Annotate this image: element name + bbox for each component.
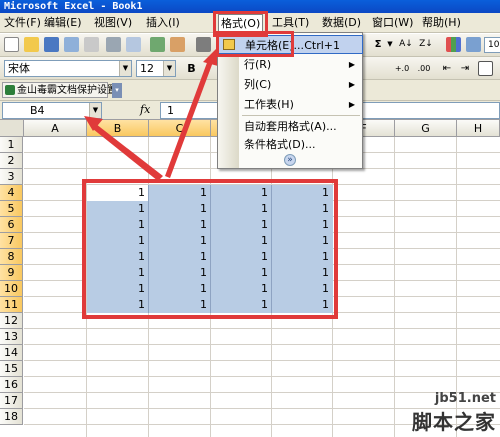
menu-item-sheet[interactable]: 工作表(H) ▶	[218, 95, 363, 114]
increase-decimal-icon[interactable]: +.0	[392, 61, 412, 76]
chevron-right-icon: ▶	[348, 60, 355, 69]
row-header-4[interactable]: 4	[0, 185, 23, 201]
column-header-b[interactable]: B	[87, 120, 149, 137]
shield-icon	[5, 85, 15, 95]
row-header-10[interactable]: 10	[0, 281, 23, 297]
spelling-icon[interactable]	[150, 37, 165, 52]
menu-file[interactable]: 文件(F)	[4, 15, 41, 31]
menu-item-conditional-formatting[interactable]: 条件格式(D)...	[218, 135, 363, 154]
row-header-7[interactable]: 7	[0, 233, 23, 249]
autosum-dropdown-icon[interactable]: ▼	[386, 37, 394, 52]
toolbar-options-icon[interactable]: ▾	[112, 83, 122, 98]
menu-data[interactable]: 数据(D)	[322, 15, 361, 31]
row-header-17[interactable]: 17	[0, 393, 23, 409]
row-header-14[interactable]: 14	[0, 345, 23, 361]
row-header-16[interactable]: 16	[0, 377, 23, 393]
italic-button[interactable]: I	[202, 61, 217, 76]
save-icon[interactable]	[44, 37, 59, 52]
row-header-13[interactable]: 13	[0, 329, 23, 345]
decrease-decimal-icon[interactable]: .00	[414, 61, 434, 76]
menu-item-row[interactable]: 行(R) ▶	[218, 55, 363, 74]
menu-item-sheet-label: 工作表(H)	[244, 98, 294, 111]
new-icon[interactable]	[4, 37, 19, 52]
chevron-down-icon[interactable]: ▼	[89, 103, 101, 118]
menu-view[interactable]: 视图(V)	[94, 15, 132, 31]
cut-icon[interactable]	[196, 37, 211, 52]
row-header-18[interactable]: 18	[0, 409, 23, 425]
name-box[interactable]: B4 ▼	[2, 102, 102, 119]
chevron-down-icon[interactable]: ▼	[119, 61, 131, 76]
highlight-range-box	[82, 179, 338, 319]
print-icon[interactable]	[106, 37, 121, 52]
open-icon[interactable]	[24, 37, 39, 52]
permission-icon[interactable]	[64, 37, 79, 52]
zoom-combo[interactable]: 100	[484, 37, 500, 53]
expand-menu-icon[interactable]: »	[284, 154, 296, 166]
menu-insert[interactable]: 插入(I)	[146, 15, 180, 31]
row-header-2[interactable]: 2	[0, 153, 23, 169]
decrease-indent-icon[interactable]: ⇤	[440, 61, 454, 76]
print-preview-icon[interactable]	[126, 37, 141, 52]
bold-button[interactable]: B	[184, 61, 199, 76]
menu-edit[interactable]: 编辑(E)	[44, 15, 82, 31]
menu-separator	[242, 115, 360, 116]
drawing-icon[interactable]	[466, 37, 481, 52]
select-all-corner[interactable]	[0, 120, 24, 137]
chevron-right-icon: ▶	[348, 100, 355, 109]
row-header-15[interactable]: 15	[0, 361, 23, 377]
font-name-combo[interactable]: 宋体 ▼	[4, 60, 132, 77]
name-box-value: B4	[30, 104, 45, 117]
menu-item-column[interactable]: 列(C) ▶	[218, 75, 363, 94]
row-header-1[interactable]: 1	[0, 137, 23, 153]
font-name-value: 宋体	[8, 62, 30, 75]
sort-descending-icon[interactable]: Z↓	[418, 37, 434, 52]
column-header-h[interactable]: H	[457, 120, 500, 137]
font-size-value: 12	[140, 62, 154, 75]
watermark-brand: 脚本之家	[412, 410, 496, 434]
increase-indent-icon[interactable]: ⇥	[458, 61, 472, 76]
sort-ascending-icon[interactable]: A↓	[398, 37, 414, 52]
row-header-11[interactable]: 11	[0, 297, 23, 313]
menu-tools[interactable]: 工具(T)	[272, 15, 309, 31]
autosum-icon[interactable]: Σ	[370, 37, 386, 52]
row-header-8[interactable]: 8	[0, 249, 23, 265]
column-header-c[interactable]: C	[149, 120, 211, 137]
menu-item-row-label: 行(R)	[244, 58, 272, 71]
menu-item-autoformat-label: 自动套用格式(A)...	[244, 120, 337, 133]
protect-label: 金山毒霸文档保护设置	[17, 85, 117, 96]
font-size-combo[interactable]: 12 ▼	[136, 60, 176, 77]
email-icon[interactable]	[84, 37, 99, 52]
row-header-12[interactable]: 12	[0, 313, 23, 329]
menu-item-column-label: 列(C)	[244, 78, 272, 91]
row-header-9[interactable]: 9	[0, 265, 23, 281]
function-icon[interactable]: fx	[140, 103, 150, 116]
watermark: jb51.net 脚本之家	[412, 391, 496, 435]
chart-wizard-icon[interactable]	[446, 37, 461, 52]
menu-item-autoformat[interactable]: 自动套用格式(A)...	[218, 117, 363, 136]
research-icon[interactable]	[170, 37, 185, 52]
column-header-a[interactable]: A	[24, 120, 87, 137]
menu-window[interactable]: 窗口(W)	[372, 15, 413, 31]
row-header-6[interactable]: 6	[0, 217, 23, 233]
highlight-cells-item	[216, 31, 294, 57]
menu-help[interactable]: 帮助(H)	[422, 15, 461, 31]
chevron-right-icon: ▶	[348, 80, 355, 89]
watermark-site: jb51.net	[434, 391, 496, 406]
borders-icon[interactable]	[478, 61, 493, 76]
protect-button[interactable]: 金山毒霸文档保护设置	[2, 82, 117, 98]
menu-item-conditional-label: 条件格式(D)...	[244, 138, 316, 151]
row-header-5[interactable]: 5	[0, 201, 23, 217]
row-header-3[interactable]: 3	[0, 169, 23, 185]
chevron-down-icon[interactable]: ▼	[163, 61, 175, 76]
menu-item-cells-shortcut: Ctrl+1	[304, 39, 340, 52]
column-header-g[interactable]: G	[395, 120, 457, 137]
